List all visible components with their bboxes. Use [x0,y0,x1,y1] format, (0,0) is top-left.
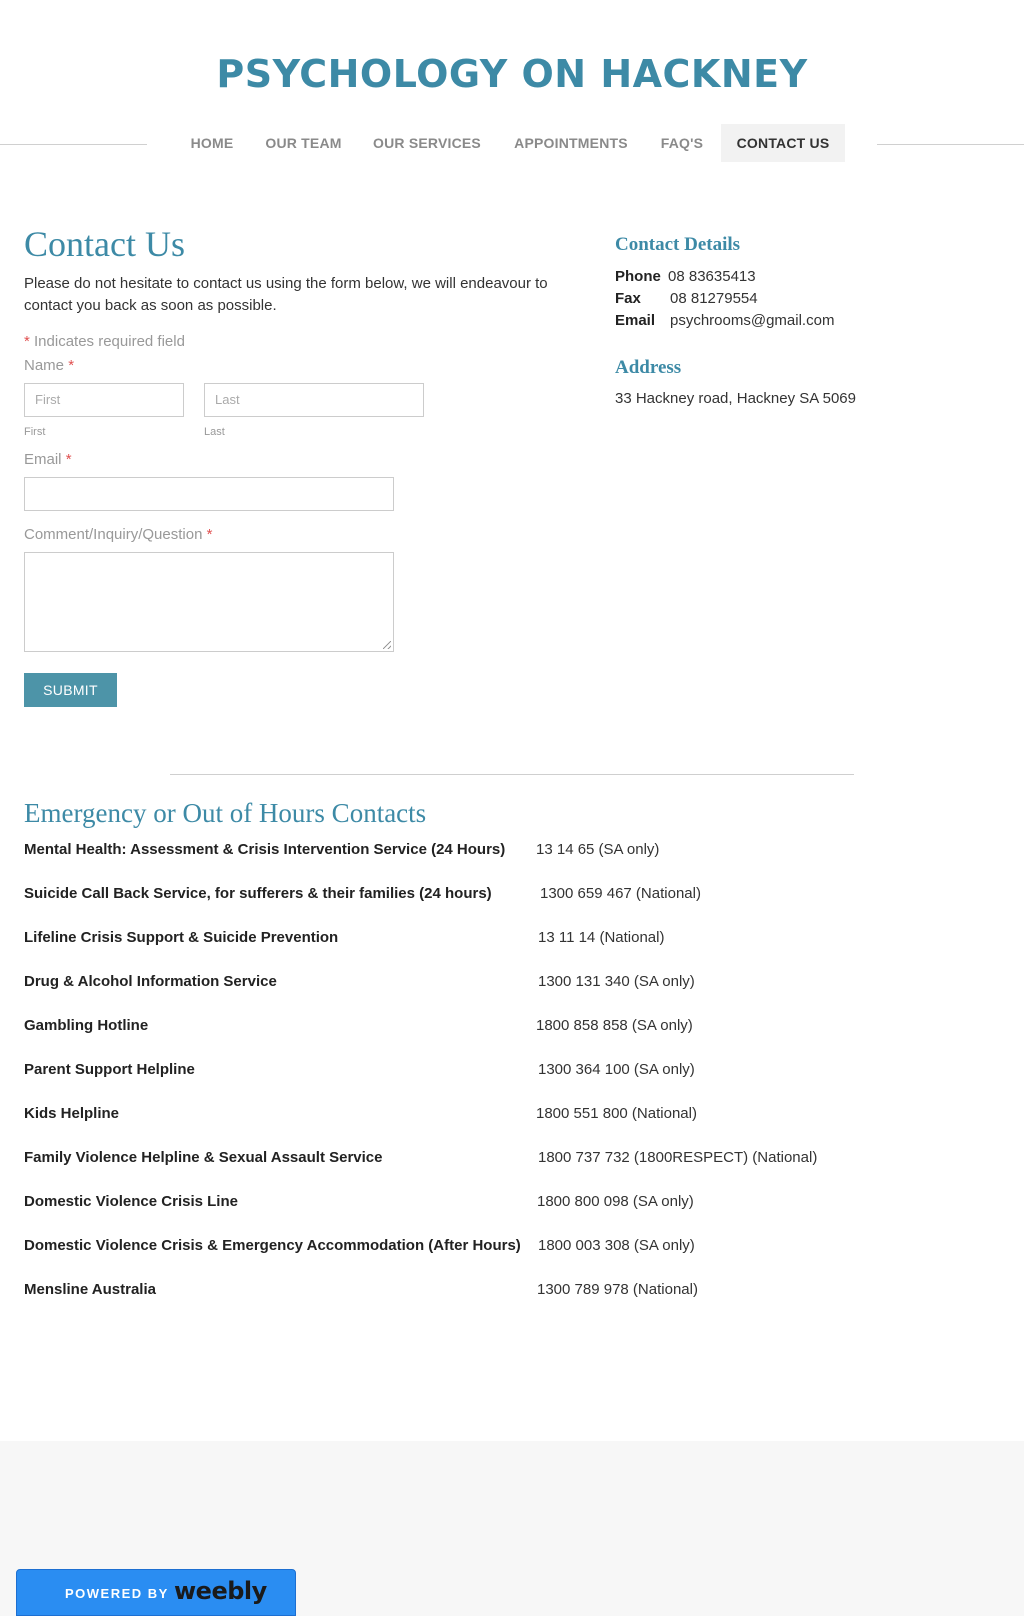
list-item: Family Violence Helpline & Sexual Assaul… [24,1149,1004,1171]
first-name-input[interactable]: First [24,383,184,417]
required-star: * [24,333,30,350]
email-detail-label: Email [615,312,656,329]
service-number: 13 11 14 (National) [538,929,665,946]
site-title[interactable]: PSYCHOLOGY ON HACKNEY [0,52,1024,96]
nav-item-faqs[interactable]: FAQ'S [650,124,714,162]
nav-item-our-team[interactable]: OUR TEAM [255,124,352,162]
comment-label: Comment/Inquiry/Question * [24,526,212,543]
email-input[interactable] [24,477,394,511]
service-name: Family Violence Helpline & Sexual Assaul… [24,1149,383,1166]
contact-details-heading: Contact Details [615,234,741,255]
service-number: 1300 789 978 (National) [537,1281,698,1298]
intro-text: Please do not hesitate to contact us usi… [24,275,548,314]
list-item: Parent Support Helpline 1300 364 100 (SA… [24,1061,1004,1083]
address-text: 33 Hackney road, Hackney SA 5069 [615,390,856,407]
service-name: Kids Helpline [24,1105,120,1122]
emergency-title: Emergency or Out of Hours Contacts [24,798,427,828]
service-number: 1800 737 732 (1800RESPECT) (National) [538,1149,818,1166]
service-number: 1300 131 340 (SA only) [538,973,695,990]
service-name: Mensline Australia [24,1281,156,1298]
required-star: * [206,526,213,543]
weebly-badge[interactable]: POWERED BY weebly [16,1569,296,1616]
main-nav: HOME OUR TEAM OUR SERVICES APPOINTMENTS … [0,124,1024,162]
last-sublabel: Last [204,426,225,438]
service-name: Suicide Call Back Service, for sufferers… [24,885,492,902]
nav-item-appointments[interactable]: APPOINTMENTS [502,124,640,162]
service-name: Lifeline Crisis Support & Suicide Preven… [24,929,339,946]
required-note-text: Indicates required field [34,333,185,350]
list-item: Drug & Alcohol Information Service 1300 … [24,973,1004,995]
nav-item-home[interactable]: HOME [178,124,246,162]
list-item: Suicide Call Back Service, for sufferers… [24,885,1004,907]
first-sublabel: First [24,426,46,438]
required-note: * Indicates required field [24,333,185,350]
phone-value: 08 83635413 [668,268,756,285]
comment-textarea[interactable] [24,552,394,652]
email-label: Email * [24,451,72,468]
email-row: Email psychrooms@gmail.com [615,312,834,329]
service-name: Parent Support Helpline [24,1061,195,1078]
email-label-text: Email [24,451,62,468]
phone-label: Phone [615,268,661,285]
fax-row: Fax 08 81279554 [615,290,758,307]
service-name: Domestic Violence Crisis Line [24,1193,238,1210]
service-name: Drug & Alcohol Information Service [24,973,277,990]
list-item: Mensline Australia 1300 789 978 (Nationa… [24,1281,1004,1303]
address-heading: Address [615,357,682,378]
service-number: 1800 551 800 (National) [536,1105,697,1122]
list-item: Kids Helpline 1800 551 800 (National) [24,1105,1004,1127]
last-name-input[interactable]: Last [204,383,424,417]
page-title: Contact Us [24,224,185,264]
list-item: Domestic Violence Crisis Line 1800 800 0… [24,1193,1004,1215]
weebly-logo: weebly [174,1577,267,1605]
service-number: 1800 003 308 (SA only) [538,1237,695,1254]
powered-by-text: POWERED BY [65,1586,169,1601]
service-number: 1300 364 100 (SA only) [538,1061,695,1078]
service-name: Mental Health: Assessment & Crisis Inter… [24,841,506,858]
required-star: * [68,357,75,374]
fax-value: 08 81279554 [670,290,758,307]
comment-label-text: Comment/Inquiry/Question [24,526,203,543]
list-item: Domestic Violence Crisis & Emergency Acc… [24,1237,1004,1259]
nav-item-contact-us[interactable]: CONTACT US [721,124,845,162]
service-number: 1300 659 467 (National) [540,885,701,902]
required-star: * [65,451,72,468]
submit-button[interactable]: SUBMIT [24,673,117,707]
section-divider [170,774,854,775]
service-name: Gambling Hotline [24,1017,149,1034]
name-label: Name * [24,357,74,374]
name-label-text: Name [24,357,65,374]
resize-handle-icon[interactable] [383,641,391,649]
nav-item-our-services[interactable]: OUR SERVICES [362,124,492,162]
list-item: Lifeline Crisis Support & Suicide Preven… [24,929,1004,951]
service-number: 1800 858 858 (SA only) [536,1017,693,1034]
service-number: 13 14 65 (SA only) [536,841,660,858]
fax-label: Fax [615,290,641,307]
phone-row: Phone 08 83635413 [615,268,756,285]
list-item: Mental Health: Assessment & Crisis Inter… [24,841,1004,863]
email-value[interactable]: psychrooms@gmail.com [670,312,834,329]
service-number: 1800 800 098 (SA only) [537,1193,694,1210]
list-item: Gambling Hotline 1800 858 858 (SA only) [24,1017,1004,1039]
service-name: Domestic Violence Crisis & Emergency Acc… [24,1237,521,1254]
